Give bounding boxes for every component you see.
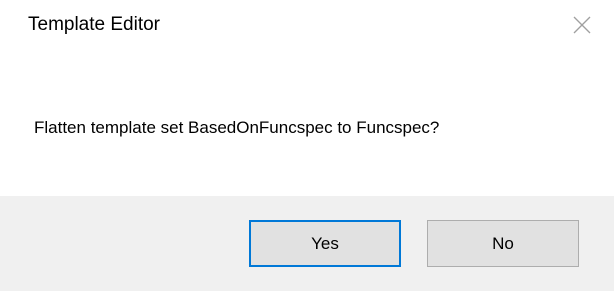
message-dialog: Template Editor Flatten template set Bas… [0,0,614,291]
button-bar: Yes No [0,196,614,291]
dialog-title: Template Editor [28,14,161,35]
yes-button[interactable]: Yes [249,220,401,267]
close-icon [573,16,591,34]
no-button[interactable]: No [427,220,579,267]
close-button[interactable] [562,8,602,42]
dialog-message: Flatten template set BasedOnFuncspec to … [34,118,440,137]
